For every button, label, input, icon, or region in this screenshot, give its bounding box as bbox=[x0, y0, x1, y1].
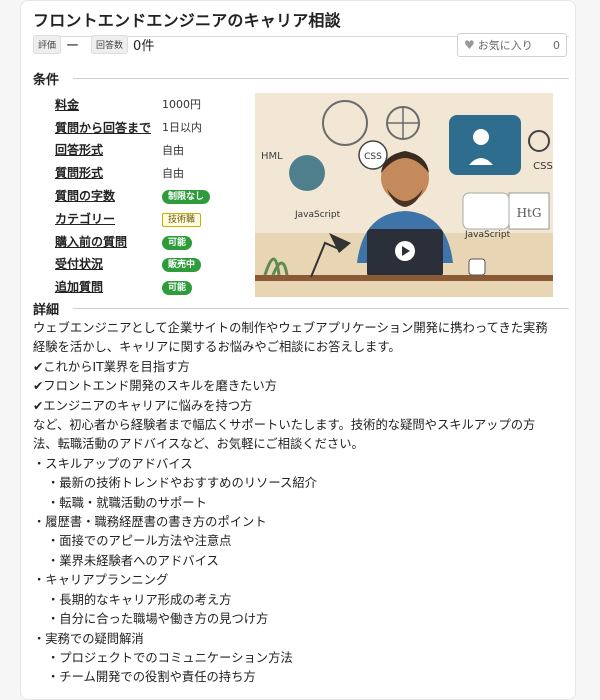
conditions-heading-text: 条件 bbox=[33, 73, 60, 88]
condition-row: 質問から回答まで 1日以内 bbox=[55, 116, 245, 139]
condition-key[interactable]: 受付状況 bbox=[55, 255, 162, 272]
detail-list-item: ・キャリアプランニング bbox=[33, 573, 169, 588]
condition-row: 質問の字数 制限なし bbox=[55, 184, 245, 207]
condition-key[interactable]: 追加質問 bbox=[55, 278, 162, 295]
detail-body: ウェブエンジニアとして企業サイトの制作やウェブアプリケーション開発に携わってきた… bbox=[33, 319, 573, 688]
heart-icon: ♥ bbox=[464, 38, 475, 52]
rating-label: 評価 bbox=[33, 35, 62, 54]
conditions-list: 料金 1000円 質問から回答まで 1日以内 回答形式 自由 質問形式 自由 質問の字数 制限なし… bbox=[55, 93, 245, 298]
answers-label: 回答数 bbox=[91, 35, 129, 54]
detail-list-item: ・面接でのアピール方法や注意点 bbox=[47, 534, 232, 549]
detail-heading: 詳細 bbox=[33, 299, 569, 318]
detail-paragraph-line: 経験を活かし、キャリアに関するお悩みやご相談にお答えします。 bbox=[33, 340, 401, 355]
detail-list-item: ・プロジェクトでのコミュニケーション方法 bbox=[47, 650, 293, 665]
favorite-count: 0 bbox=[553, 38, 560, 52]
condition-key[interactable]: 質問から回答まで bbox=[55, 119, 162, 136]
condition-key[interactable]: 料金 bbox=[55, 96, 162, 113]
detail-list-item: ・最新の技術トレンドやおすすめのリソース紹介 bbox=[47, 476, 317, 491]
detail-paragraph-line: など、初心者から経験者まで幅広くサポートいたします。技術的な疑問やスキルアップの… bbox=[33, 418, 536, 433]
detail-paragraph-line: ウェブエンジニアとして企業サイトの制作やウェブアプリケーション開発に携わってきた… bbox=[33, 321, 548, 335]
detail-list-item: ・チーム開発での役割や責任の持ち方 bbox=[47, 670, 256, 685]
consultation-card: フロントエンドエンジニアのキャリア相談 評価 ー 回答数 0件 ♥ お気に入り … bbox=[20, 0, 576, 700]
condition-row: カテゴリー 技術職 bbox=[55, 207, 245, 230]
condition-row: 回答形式 自由 bbox=[55, 139, 245, 162]
condition-key[interactable]: カテゴリー bbox=[55, 210, 162, 227]
condition-value: 自由 bbox=[162, 143, 184, 157]
html-label: HML bbox=[261, 151, 283, 162]
detail-heading-text: 詳細 bbox=[33, 303, 60, 318]
detail-paragraph-line: 法、転職活動のアドバイスなど、お気軽にご相談ください。 bbox=[33, 437, 364, 452]
condition-badge: 技術職 bbox=[162, 212, 202, 227]
detail-list-item: ・実務での疑問解消 bbox=[33, 631, 144, 646]
condition-value: 自由 bbox=[162, 166, 184, 180]
answers-count: 0件 bbox=[133, 39, 155, 54]
condition-key[interactable]: 質問の字数 bbox=[55, 187, 162, 204]
detail-list-item: ・長期的なキャリア形成の考え方 bbox=[47, 592, 232, 607]
detail-list-item: ・スキルアップのアドバイス bbox=[33, 456, 193, 471]
javascript-label: JavaScript bbox=[294, 210, 341, 220]
condition-value: 1000円 bbox=[162, 98, 201, 112]
rating-summary: 評価 ー 回答数 0件 bbox=[33, 35, 166, 54]
detail-list-item: ・履歴書・職務経歴書の書き方のポイント bbox=[33, 515, 267, 530]
css-label-2: CSS bbox=[533, 161, 553, 172]
developer-illustration: CSS HML CSS HtG JavaScript JavaScript bbox=[255, 93, 553, 297]
detail-list-item: ・自分に合った職場や働き方の見つけ方 bbox=[47, 612, 269, 627]
condition-badge: 可能 bbox=[162, 235, 193, 250]
detail-paragraph-line: ✔これからIT業界を目指す方 bbox=[33, 359, 190, 374]
condition-badge: 可能 bbox=[162, 281, 193, 296]
condition-key[interactable]: 回答形式 bbox=[55, 141, 162, 158]
divider bbox=[73, 308, 569, 309]
detail-paragraph-line: ✔エンジニアのキャリアに悩みを持つ方 bbox=[33, 398, 253, 413]
condition-value: 1日以内 bbox=[162, 121, 202, 135]
rating-value: ー bbox=[66, 39, 80, 54]
css-label: CSS bbox=[364, 152, 382, 162]
condition-row: 質問形式 自由 bbox=[55, 161, 245, 184]
divider bbox=[73, 78, 569, 79]
condition-badge: 販売中 bbox=[162, 258, 202, 273]
favorite-label: お気に入り bbox=[477, 39, 533, 52]
conditions-heading: 条件 bbox=[33, 69, 569, 88]
condition-row: 購入前の質問 可能 bbox=[55, 230, 245, 253]
condition-row: 受付状況 販売中 bbox=[55, 253, 245, 276]
condition-badge: 制限なし bbox=[162, 190, 211, 205]
detail-paragraph-line: ✔フロントエンド開発のスキルを磨きたい方 bbox=[33, 379, 277, 394]
htg-label: HtG bbox=[517, 206, 542, 220]
condition-key[interactable]: 購入前の質問 bbox=[55, 233, 162, 250]
detail-list-item: ・転職・就職活動のサポート bbox=[47, 495, 207, 510]
condition-row: 追加質問 可能 bbox=[55, 275, 245, 298]
condition-row: 料金 1000円 bbox=[55, 93, 245, 116]
javascript-label-2: JavaScript bbox=[464, 230, 511, 240]
favorite-button[interactable]: ♥ お気に入り 0 bbox=[457, 33, 567, 57]
condition-key[interactable]: 質問形式 bbox=[55, 164, 162, 181]
detail-list-item: ・業界未経験者へのアドバイス bbox=[47, 553, 219, 568]
